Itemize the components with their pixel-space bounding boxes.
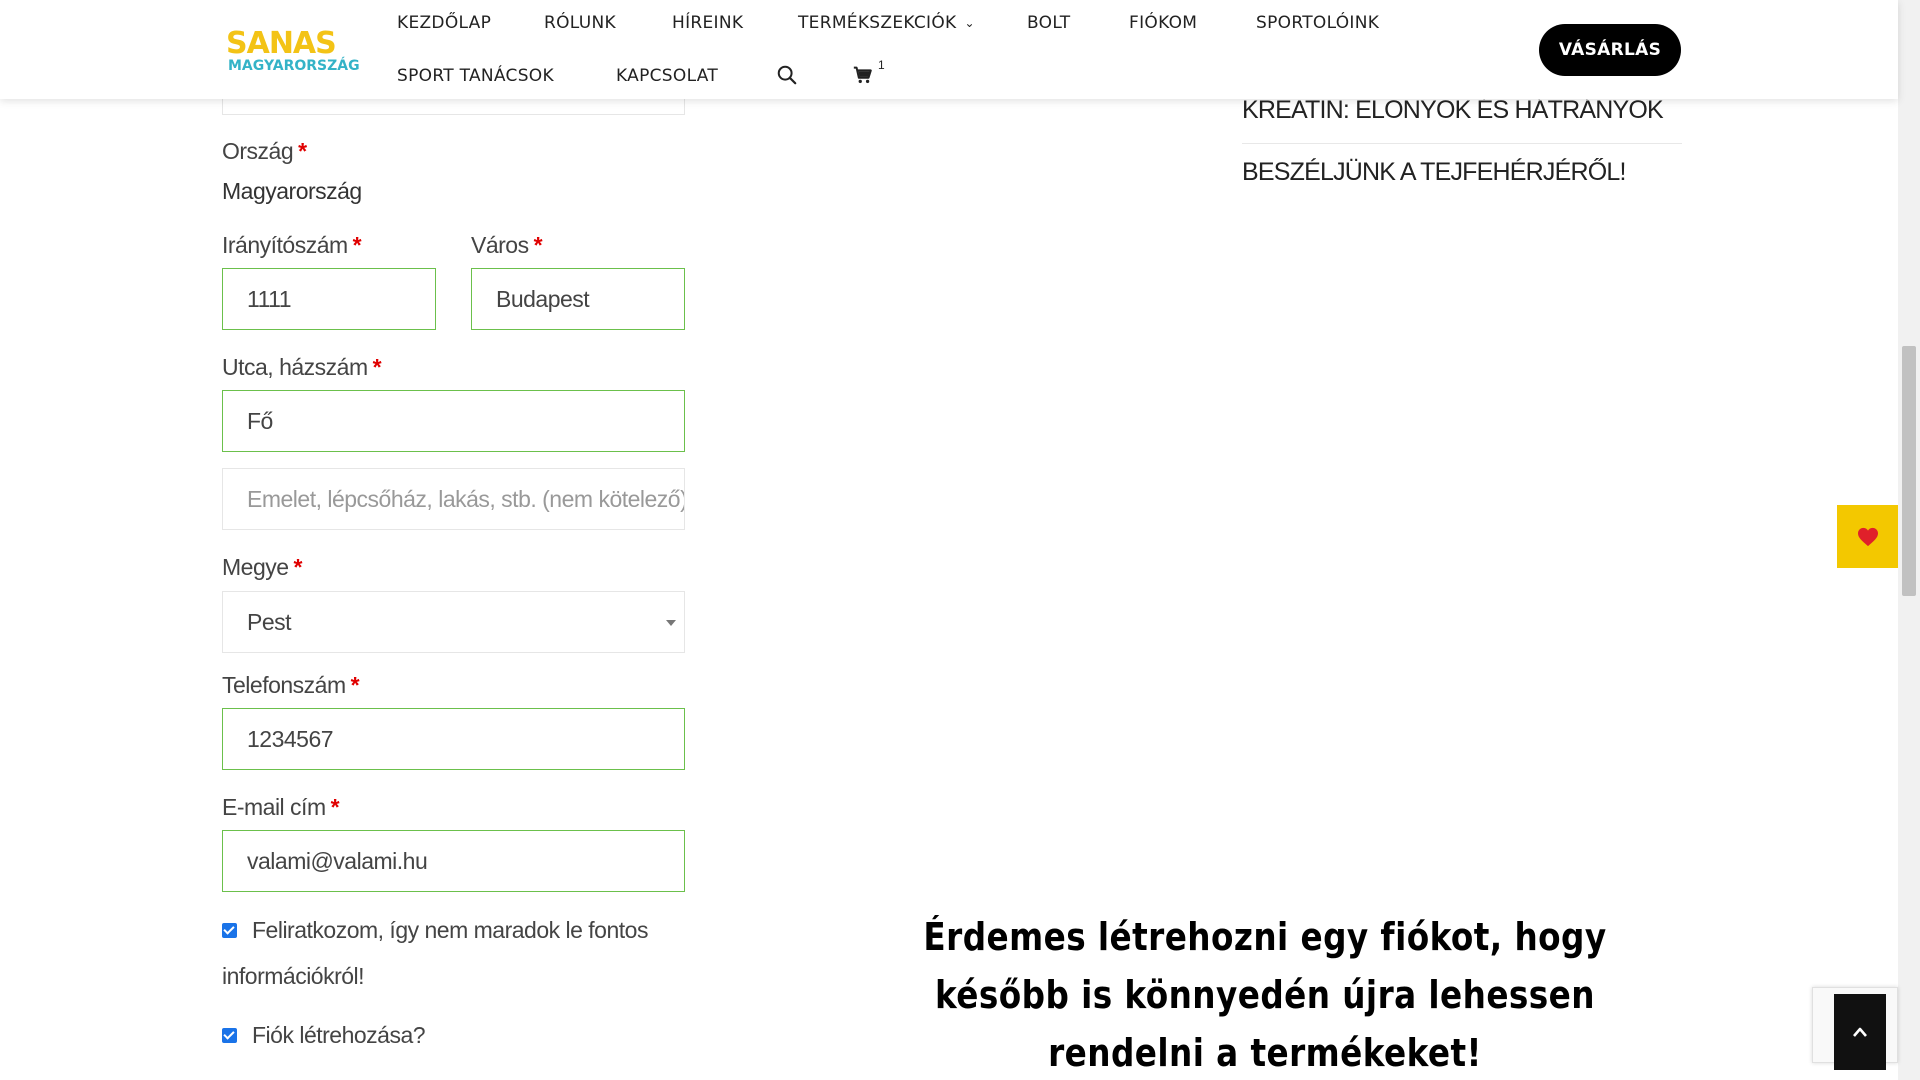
zip-label: Irányítószám * xyxy=(222,232,362,259)
phone-input[interactable]: 1234567 xyxy=(222,708,685,770)
nav-products[interactable]: TERMÉKSZEKCIÓK ⌄ xyxy=(798,13,975,33)
zip-label-text: Irányítószám xyxy=(222,232,348,258)
required-mark: * xyxy=(352,232,362,258)
nav-tips[interactable]: SPORT TANÁCSOK xyxy=(397,66,554,86)
county-label: Megye * xyxy=(222,554,303,581)
nav-home[interactable]: KEZDŐLAP xyxy=(397,13,491,33)
nav-news[interactable]: HÍREINK xyxy=(672,13,743,33)
county-select-value: Pest xyxy=(247,608,292,635)
required-mark: * xyxy=(298,138,307,164)
city-label-text: Város xyxy=(471,232,529,258)
nav-shop[interactable]: BOLT xyxy=(1027,13,1070,33)
required-mark: * xyxy=(293,554,303,580)
street-label-text: Utca, házszám xyxy=(222,354,368,380)
site-header: SANAS MAGYARORSZÁG KEZDŐLAP RÓLUNK HÍREI… xyxy=(0,0,1898,99)
create-account-checkbox[interactable] xyxy=(222,1028,237,1043)
zip-input[interactable]: 1111 xyxy=(222,268,436,330)
city-label: Város * xyxy=(471,232,543,259)
country-label: Ország * xyxy=(222,138,307,165)
nav-about[interactable]: RÓLUNK xyxy=(544,13,616,33)
heart-icon xyxy=(1857,527,1878,546)
required-mark: * xyxy=(350,672,360,698)
scrollbar-thumb[interactable] xyxy=(1902,346,1916,596)
phone-label: Telefonszám * xyxy=(222,672,360,699)
nav-athletes[interactable]: SPORTOLÓINK xyxy=(1256,13,1379,33)
sidebar-link-creatine[interactable]: KREATIN: ELŐNYÖK ÉS HÁTRÁNYOK xyxy=(1242,96,1664,125)
address2-input[interactable]: Emelet, lépcsőház, lakás, stb. (nem köte… xyxy=(222,468,685,530)
street-input[interactable]: Fő xyxy=(222,390,685,452)
email-label-text: E-mail cím xyxy=(222,794,326,820)
phone-label-text: Telefonszám xyxy=(222,672,346,698)
nav-account[interactable]: FIÓKOM xyxy=(1129,13,1197,33)
email-input[interactable]: valami@valami.hu xyxy=(222,830,685,892)
chevron-down-icon: ⌄ xyxy=(964,16,975,30)
nav-products-label: TERMÉKSZEKCIÓK xyxy=(798,13,957,33)
cart-count-badge: 1 xyxy=(878,58,885,72)
caption-overlay: Érdemes létrehozni egy fiókot, hogy késő… xyxy=(923,915,1607,1075)
street-label: Utca, házszám * xyxy=(222,354,382,381)
search-icon[interactable] xyxy=(776,64,798,86)
city-input[interactable]: Budapest xyxy=(471,268,685,330)
email-label: E-mail cím * xyxy=(222,794,340,821)
required-mark: * xyxy=(533,232,543,258)
sidebar-divider xyxy=(1242,143,1682,144)
wishlist-button[interactable] xyxy=(1837,505,1898,568)
county-label-text: Megye xyxy=(222,554,289,580)
back-to-top-button[interactable] xyxy=(1834,994,1886,1070)
create-account-label: Fiók létrehozása? xyxy=(252,1022,426,1048)
county-select[interactable]: Pest xyxy=(222,591,685,653)
sidebar-link-whey[interactable]: BESZÉLJÜNK A TEJFEHÉRJÉRŐL! xyxy=(1242,158,1626,187)
logo-subtitle: MAGYARORSZÁG xyxy=(228,58,360,74)
country-value: Magyarország xyxy=(222,178,362,204)
newsletter-label: Feliratkozom, így nem maradok le fontos … xyxy=(222,917,648,989)
required-mark: * xyxy=(330,794,340,820)
buy-button[interactable]: VÁSÁRLÁS xyxy=(1539,24,1681,76)
nav-contact[interactable]: KAPCSOLAT xyxy=(616,66,718,86)
required-mark: * xyxy=(372,354,382,380)
chevron-up-icon xyxy=(1853,1027,1867,1037)
site-logo[interactable]: SANAS MAGYARORSZÁG xyxy=(226,26,360,76)
logo-wordmark: SANAS xyxy=(226,26,337,61)
cart-icon[interactable] xyxy=(852,64,874,86)
country-label-text: Ország xyxy=(222,138,294,164)
caret-down-icon xyxy=(666,620,676,626)
